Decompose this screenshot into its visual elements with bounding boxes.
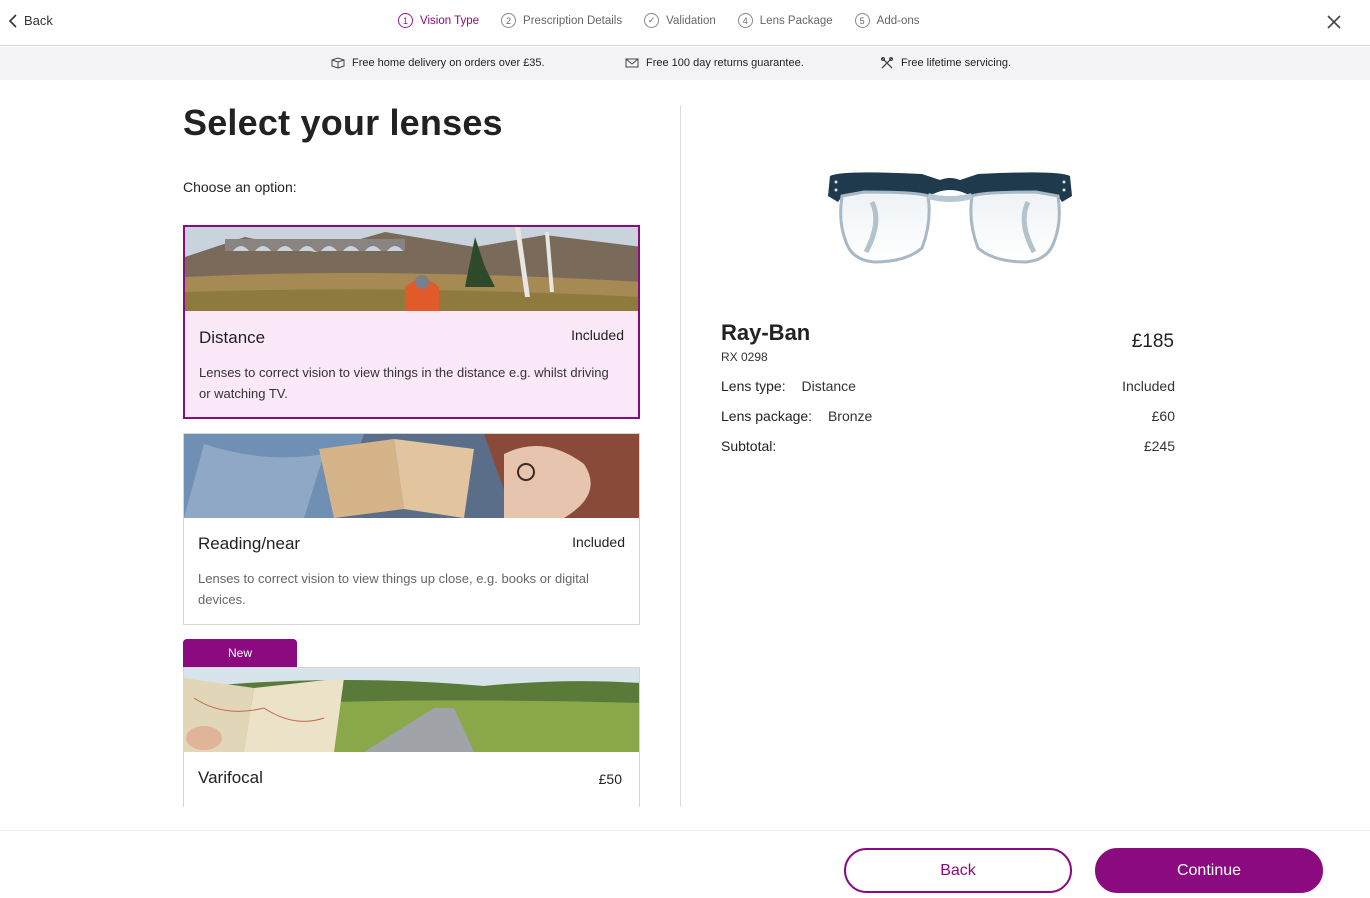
option-title: Varifocal <box>198 768 263 787</box>
varifocal-photo <box>184 668 639 752</box>
frame-brand: Ray-Ban <box>721 320 811 345</box>
option-title: Distance <box>199 328 266 347</box>
step-lens-package[interactable]: 4 Lens Package <box>737 13 833 28</box>
step-label: Validation <box>666 14 716 27</box>
step-number: 5 <box>854 13 870 28</box>
option-description: Lenses to correct vision to view things … <box>199 365 609 401</box>
step-add-ons[interactable]: 5 Add-ons <box>854 13 920 28</box>
step-number: 2 <box>501 13 517 28</box>
lens-package-label: Lens package: <box>721 408 813 424</box>
page-title: Select your lenses <box>183 102 503 143</box>
summary-subtotal-row: Subtotal: £245 <box>721 438 1175 454</box>
distance-photo <box>185 227 638 311</box>
subtotal-value: £245 <box>1143 438 1175 454</box>
back-button[interactable]: Back <box>844 848 1072 893</box>
subtotal-label: Subtotal: <box>721 438 777 454</box>
summary-lens-package-row: Lens package: Bronze £60 <box>721 408 1175 424</box>
benefits-bar: Free home delivery on orders over £35. F… <box>0 47 1370 80</box>
new-badge: New <box>183 639 297 667</box>
choose-prompt: Choose an option: <box>183 179 297 195</box>
returns-text: Free 100 day returns guarantee. <box>646 57 804 69</box>
progress-steps: 1 Vision Type 2 Prescription Details ✓ V… <box>398 13 920 28</box>
returns-benefit: Free 100 day returns guarantee. <box>625 57 804 69</box>
tools-icon <box>881 57 893 69</box>
header-back-link[interactable]: Back <box>8 13 53 28</box>
option-price: Included <box>571 327 624 343</box>
step-label: Vision Type <box>420 14 480 27</box>
lens-type-label: Lens type: <box>721 378 786 394</box>
step-label: Prescription Details <box>523 14 623 27</box>
summary-lens-type-row: Lens type: Distance Included <box>721 378 1175 394</box>
step-vision-type[interactable]: 1 Vision Type <box>398 13 479 28</box>
option-title: Reading/near <box>198 534 301 553</box>
lens-package-value: Bronze <box>827 408 873 424</box>
glasses-image <box>828 172 1072 264</box>
header-back-label: Back <box>24 13 53 28</box>
reading-photo <box>184 434 639 518</box>
box-icon <box>331 57 345 69</box>
lens-package-price: £60 <box>1151 408 1175 424</box>
step-number: 1 <box>398 13 413 28</box>
servicing-text: Free lifetime servicing. <box>901 57 1012 69</box>
servicing-benefit: Free lifetime servicing. <box>880 57 1011 69</box>
step-label: Lens Package <box>759 14 833 27</box>
delivery-text: Free home delivery on orders over £35. <box>352 57 545 69</box>
step-number: 4 <box>737 13 753 28</box>
option-card-distance[interactable]: Distance Included Lenses to correct visi… <box>183 225 640 419</box>
continue-button[interactable]: Continue <box>1095 848 1323 893</box>
frame-price: £185 <box>1131 331 1174 352</box>
option-description: Lenses to correct vision to view things … <box>198 571 589 607</box>
option-card-reading[interactable]: Reading/near Included Lenses to correct … <box>183 433 640 625</box>
option-card-varifocal[interactable]: Varifocal £50 <box>183 667 640 807</box>
frame-model: RX 0298 <box>721 350 768 364</box>
envelope-icon <box>625 58 639 68</box>
close-icon[interactable] <box>1326 14 1342 30</box>
step-validation[interactable]: ✓ Validation <box>644 13 716 28</box>
delivery-benefit: Free home delivery on orders over £35. <box>331 57 545 69</box>
check-circle-icon: ✓ <box>644 13 660 28</box>
step-label: Add-ons <box>876 14 920 27</box>
top-header: Back 1 Vision Type 2 Prescription Detail… <box>0 0 1370 46</box>
lens-type-value: Distance <box>801 378 856 394</box>
lens-type-price: Included <box>1122 378 1175 394</box>
step-prescription-details[interactable]: 2 Prescription Details <box>501 13 622 28</box>
column-divider <box>680 105 681 807</box>
option-price: Included <box>572 534 625 550</box>
option-price: £50 <box>598 771 622 787</box>
chevron-left-icon <box>8 13 17 28</box>
